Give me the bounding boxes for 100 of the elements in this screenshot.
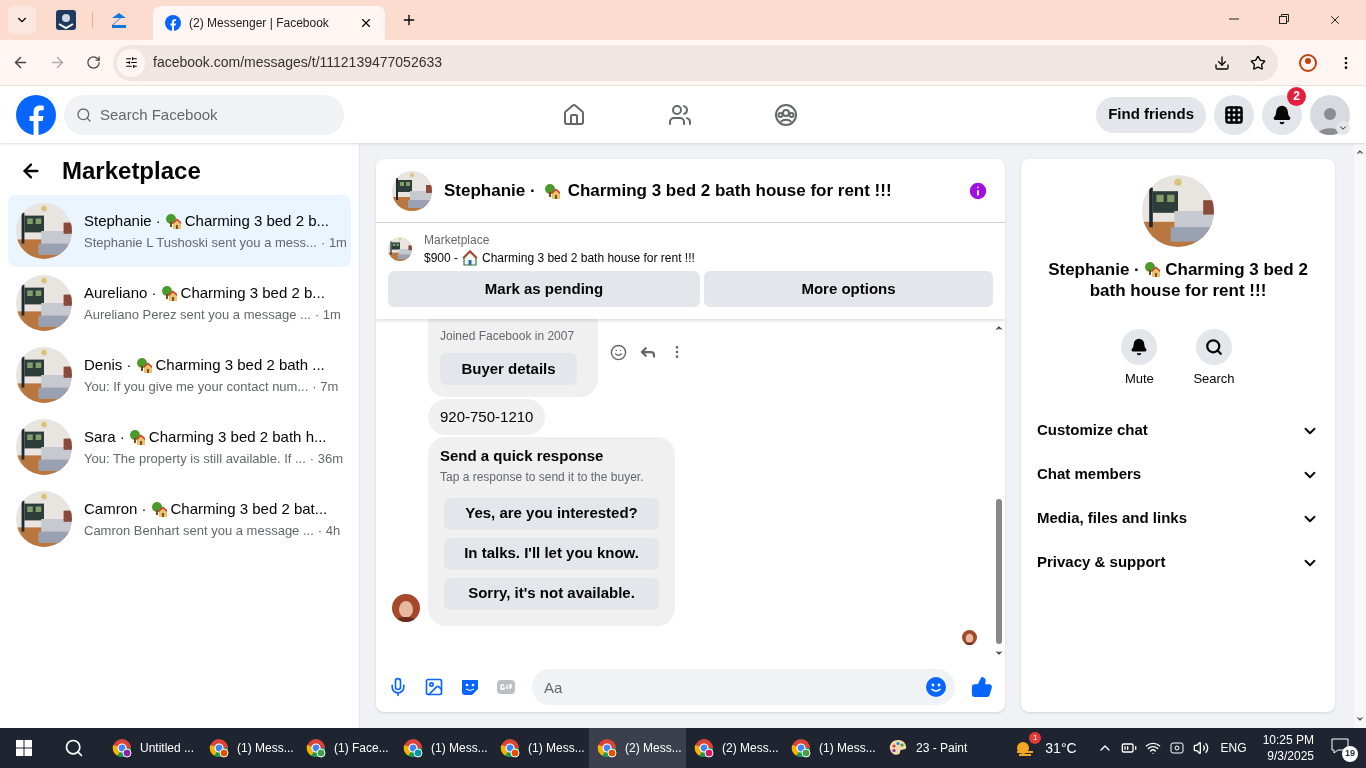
- bookmark-icon[interactable]: [1250, 54, 1266, 71]
- sidebar-title: Marketplace: [62, 156, 201, 186]
- message-time: · 1m: [320, 233, 347, 252]
- taskbar-app[interactable]: (1) Mess...: [395, 728, 492, 768]
- conversation-item[interactable]: Camron · Charming 3 bed 2 bat... Camron Benhart sent you a message ... · 4h: [8, 483, 351, 555]
- search-icon[interactable]: [64, 738, 84, 758]
- sticker-icon[interactable]: [460, 677, 480, 697]
- listing-title: Charming 3 bed 2 bath ...: [155, 355, 325, 375]
- section-item[interactable]: Customize chat: [1037, 408, 1319, 453]
- profile-icon[interactable]: [1298, 52, 1318, 73]
- taskbar-app[interactable]: (1) Face...: [298, 728, 395, 768]
- scroll-down-icon[interactable]: [994, 648, 1004, 658]
- taskbar-app[interactable]: 23 - Paint: [880, 728, 977, 768]
- section-item[interactable]: Privacy & support: [1037, 540, 1319, 585]
- account-button[interactable]: [1310, 94, 1350, 135]
- photo-icon[interactable]: [424, 677, 444, 697]
- search-icon: [1205, 338, 1223, 356]
- listing-action-button[interactable]: More options: [704, 271, 993, 307]
- camera-icon[interactable]: [1168, 740, 1185, 756]
- new-tab-icon[interactable]: [401, 12, 417, 28]
- site-settings-icon[interactable]: [117, 48, 145, 77]
- scroll-down-icon[interactable]: [1355, 714, 1365, 724]
- address-bar[interactable]: facebook.com/messages/t/1112139477052633: [113, 44, 1278, 81]
- quick-response-button[interactable]: In talks. I'll let you know.: [444, 537, 659, 570]
- contact-name: Denis ·: [84, 355, 132, 375]
- listing-price: $900 -: [424, 250, 459, 267]
- scroll-up-icon[interactable]: [994, 323, 1004, 333]
- taskbar-app[interactable]: (1) Mess...: [201, 728, 298, 768]
- contact-name: Camron ·: [84, 499, 147, 519]
- chat-contact-name: Stephanie ·: [444, 179, 536, 202]
- contact-name: Stephanie ·: [84, 211, 161, 231]
- grid-icon: [1224, 104, 1244, 125]
- message-preview: Camron Benhart sent you a message ...: [84, 521, 314, 540]
- search-button[interactable]: [1196, 329, 1232, 365]
- listing-title: Charming 3 bed 2 bath house for rent !!!: [482, 250, 695, 267]
- mute-button[interactable]: [1121, 329, 1158, 365]
- quick-response-button[interactable]: Yes, are you interested?: [444, 497, 659, 530]
- buyer-details-button[interactable]: Buyer details: [440, 353, 577, 385]
- volume-icon[interactable]: [1192, 740, 1209, 756]
- section-item[interactable]: Chat members: [1037, 452, 1319, 497]
- message-preview: Aureliano Perez sent you a message ...: [84, 305, 311, 324]
- clock[interactable]: 10:25 PM 9/3/2025: [1262, 732, 1314, 764]
- back-icon[interactable]: [12, 54, 29, 71]
- browser-icon: [403, 738, 423, 758]
- react-icon[interactable]: [610, 343, 627, 361]
- conversation-item[interactable]: Sara · Charming 3 bed 2 bath h... You: The property is still available. If ... · 36m: [8, 411, 351, 483]
- browser-icon: [597, 738, 617, 758]
- browser-tab[interactable]: (2) Messenger | Facebook: [153, 6, 385, 40]
- language-indicator[interactable]: ENG: [1220, 739, 1247, 757]
- browser-icon: [500, 738, 520, 758]
- section-item[interactable]: Media, files and links: [1037, 496, 1319, 541]
- listing-action-button[interactable]: Mark as pending: [388, 271, 700, 307]
- scroll-up-icon[interactable]: [1355, 147, 1365, 157]
- scrollbar-thumb[interactable]: [996, 499, 1002, 644]
- pinned-tab-icon[interactable]: [56, 10, 76, 30]
- reload-icon[interactable]: [86, 55, 101, 70]
- microphone-icon[interactable]: [388, 677, 408, 697]
- restore-icon[interactable]: [1278, 13, 1290, 25]
- contact-name: Aureliano ·: [84, 283, 157, 303]
- conversation-item[interactable]: Denis · Charming 3 bed 2 bath ... You: If you give me your contact num... · 7m: [8, 339, 351, 411]
- windows-start-icon[interactable]: [16, 740, 32, 756]
- facebook-logo[interactable]: [16, 94, 56, 135]
- menu-button[interactable]: [1214, 94, 1254, 135]
- like-icon[interactable]: [971, 676, 993, 698]
- wifi-icon[interactable]: [1144, 740, 1161, 756]
- bell-icon: [1272, 104, 1292, 125]
- search-field[interactable]: Search Facebook: [64, 94, 344, 135]
- message-preview: You: If you give me your contact num...: [84, 377, 309, 396]
- tree-house-icon: [543, 182, 560, 199]
- taskbar-app[interactable]: Untitled ...: [104, 728, 201, 768]
- info-icon[interactable]: [967, 179, 989, 202]
- battery-icon[interactable]: [1120, 740, 1137, 756]
- quick-response-button[interactable]: Sorry, it's not available.: [444, 577, 659, 610]
- tree-house-icon: [160, 285, 177, 302]
- message-field[interactable]: Aa: [532, 669, 955, 705]
- tab-title: (2) Messenger | Facebook: [189, 15, 330, 32]
- taskbar-app[interactable]: (2) Mess...: [686, 728, 783, 768]
- listing-title: Charming 3 bed 2 bath h...: [148, 427, 327, 447]
- taskbar-app[interactable]: (2) Mess...: [589, 728, 686, 768]
- groups-icon[interactable]: [774, 102, 799, 127]
- chat-title: Stephanie · Charming 3 bed 2 bath house for rent !!!: [1047, 259, 1309, 301]
- emoji-icon[interactable]: [925, 676, 947, 698]
- temperature: 31°C: [1045, 738, 1077, 758]
- search-icon: [76, 106, 92, 123]
- buyer-joined-text: Joined Facebook in 2007: [440, 328, 576, 345]
- browser-icon: [306, 738, 326, 758]
- browser-icon: [112, 738, 132, 758]
- notification-badge: 2: [1287, 86, 1306, 106]
- close-icon[interactable]: [359, 16, 373, 30]
- taskbar-app[interactable]: (1) Mess...: [492, 728, 589, 768]
- conversation-item[interactable]: Stephanie · Charming 3 bed 2 b... Stephanie L Tushoski sent you a mess... · 1m: [8, 195, 351, 267]
- find-friends-button[interactable]: Find friends: [1096, 96, 1206, 133]
- home-icon[interactable]: [562, 102, 587, 127]
- tree-house-icon: [128, 429, 145, 446]
- taskbar-app[interactable]: (1) Mess...: [783, 728, 880, 768]
- friends-icon[interactable]: [668, 102, 693, 127]
- close-icon[interactable]: [1328, 13, 1342, 27]
- message-time: · 36m: [309, 449, 344, 468]
- conversation-item[interactable]: Aureliano · Charming 3 bed 2 b... Aureliano Perez sent you a message ... · 1m: [8, 267, 351, 339]
- install-icon[interactable]: [1214, 54, 1230, 71]
